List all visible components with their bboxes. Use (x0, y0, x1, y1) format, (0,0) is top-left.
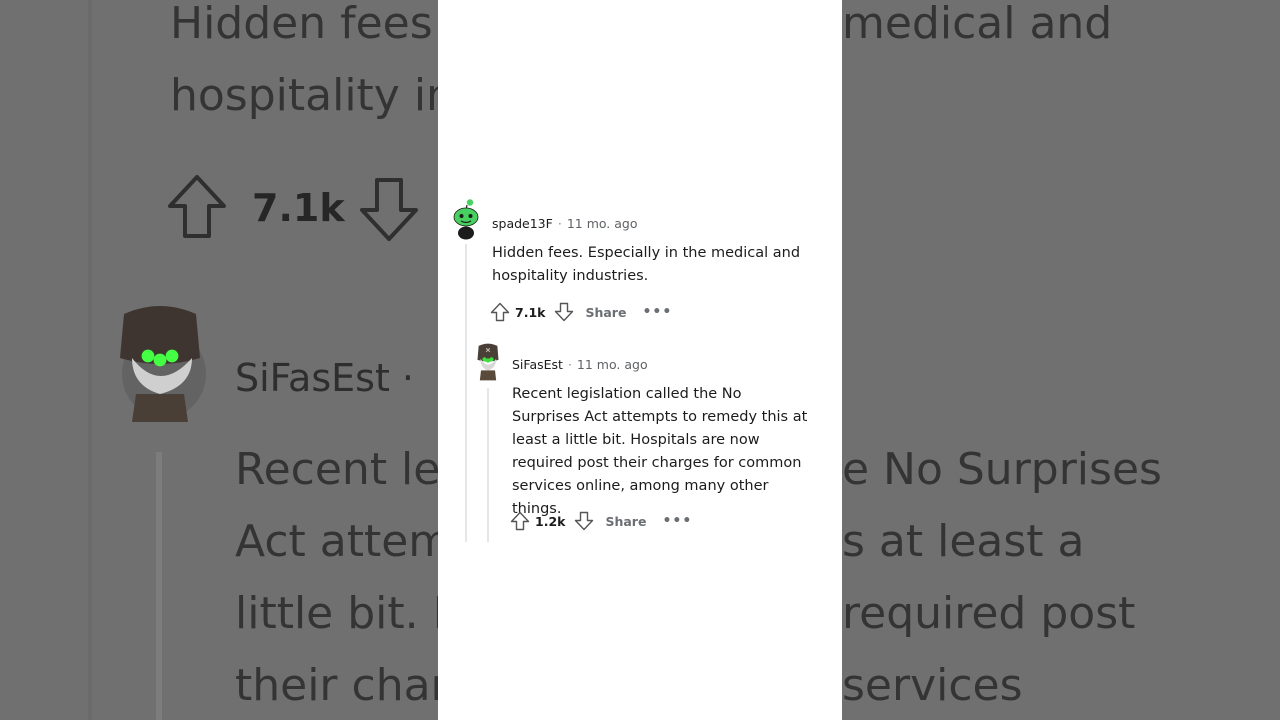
vote-count: 1.2k (535, 513, 566, 529)
comment-actions: 7.1k Share ••• (489, 301, 672, 323)
upvote-button[interactable] (489, 301, 511, 323)
downvote-button[interactable] (573, 510, 595, 532)
background-text: Hidden fees (170, 0, 433, 49)
background-reply-line (156, 452, 162, 720)
background-text: Recent le (235, 444, 441, 495)
background-text: their char (235, 660, 449, 711)
comment-body: Hidden fees. Especially in the medical a… (492, 245, 801, 284)
upvote-icon (490, 302, 510, 322)
downvote-icon (555, 302, 574, 322)
background-score: 7.1k (252, 186, 345, 230)
background-text: medical and (842, 0, 1113, 49)
downvote-icon (575, 511, 594, 531)
background-avatar-icon (120, 306, 206, 422)
comment-actions: 1.2k Share ••• (509, 510, 692, 532)
background-text: Act attem (235, 516, 452, 567)
timestamp[interactable]: 11 mo. ago (577, 357, 648, 372)
comment-meta: SiFasEst · 11 mo. ago (512, 357, 648, 372)
upvote-button[interactable] (509, 510, 531, 532)
comment-body: Recent legislation called the No Surpris… (512, 386, 808, 517)
vote-count: 7.1k (515, 304, 546, 320)
reply-collapse-line[interactable] (487, 388, 489, 542)
background-downvote-icon (360, 178, 418, 241)
background-username: SiFasEst · (235, 356, 414, 400)
downvote-button[interactable] (553, 301, 575, 323)
background-text: required post (842, 588, 1136, 639)
background-thread-line (88, 0, 92, 720)
background-text: s at least a (842, 516, 1085, 567)
timestamp[interactable]: 11 mo. ago (567, 216, 638, 231)
more-options-button[interactable]: ••• (642, 304, 672, 320)
snoo-green-avatar-icon[interactable] (452, 198, 482, 240)
hooded-robot-avatar-icon[interactable] (474, 340, 502, 381)
thread-collapse-line[interactable] (465, 244, 467, 542)
comment-thread-card: spade13F · 11 mo. ago Hidden fees. Especia… (438, 0, 842, 720)
upvote-icon (510, 511, 530, 531)
background-upvote-icon (168, 175, 226, 238)
background-text: e No Surprises (842, 444, 1162, 495)
separator-dot: · (557, 216, 562, 231)
background-text: services (842, 660, 1023, 711)
background-text: hospitality in (170, 70, 454, 121)
comment-meta: spade13F · 11 mo. ago (492, 216, 638, 231)
more-options-button[interactable]: ••• (662, 513, 692, 529)
separator-dot: · (567, 357, 572, 372)
share-button[interactable]: Share (605, 514, 646, 529)
background-text: little bit. H (235, 588, 466, 639)
username-link[interactable]: SiFasEst (512, 357, 563, 372)
username-link[interactable]: spade13F (492, 216, 553, 231)
share-button[interactable]: Share (585, 305, 626, 320)
